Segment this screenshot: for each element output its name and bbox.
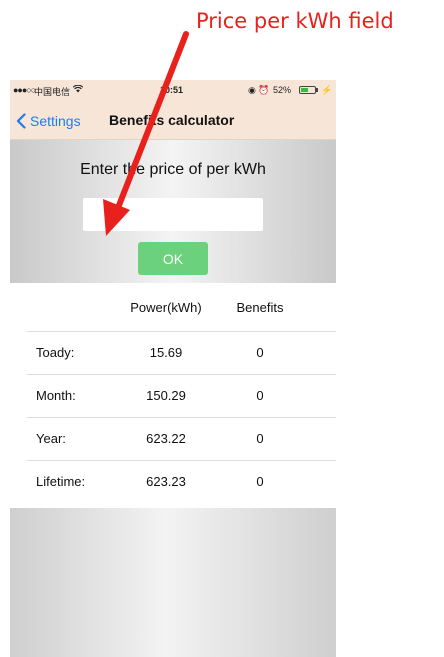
table-row: Year: 623.22 0 bbox=[10, 417, 336, 460]
column-header-benefits: Benefits bbox=[236, 299, 284, 315]
benefits-value: 0 bbox=[256, 431, 264, 446]
row-label: Lifetime: bbox=[36, 474, 86, 489]
battery-icon bbox=[299, 86, 316, 94]
back-button[interactable]: Settings bbox=[16, 110, 81, 132]
wifi-icon bbox=[72, 84, 84, 95]
power-value: 623.22 bbox=[146, 431, 186, 446]
back-button-label: Settings bbox=[30, 113, 81, 129]
status-indicators: ◉ ⏰ bbox=[248, 85, 270, 95]
column-header-power: Power(kWh) bbox=[130, 299, 202, 315]
power-value: 15.69 bbox=[149, 345, 183, 360]
charging-icon: ⚡ bbox=[321, 85, 333, 95]
navigation-bar: Settings Benefits calculator bbox=[10, 100, 336, 140]
benefits-value: 0 bbox=[256, 388, 264, 403]
power-value: 150.29 bbox=[146, 388, 186, 403]
power-value: 623.23 bbox=[146, 474, 186, 489]
benefits-value: 0 bbox=[256, 345, 264, 360]
annotation-label: Price per kWh field bbox=[196, 9, 394, 33]
price-prompt: Enter the price of per kWh bbox=[80, 161, 266, 178]
ok-button[interactable]: OK bbox=[138, 242, 208, 275]
battery-percentage: 52% bbox=[273, 85, 292, 95]
status-bar: ●●●○○ 中国电信 10:51 ◉ ⏰ 52% ⚡ bbox=[10, 80, 336, 100]
signal-strength: ●●●○○ bbox=[13, 85, 36, 95]
row-label: Month: bbox=[36, 388, 76, 403]
status-time: 10:51 bbox=[160, 85, 184, 95]
row-label: Toady: bbox=[36, 345, 75, 360]
carrier-name: 中国电信 bbox=[34, 87, 71, 97]
price-per-kwh-input[interactable] bbox=[83, 198, 263, 231]
benefits-table: Power(kWh) Benefits Toady: 15.69 0 Month… bbox=[10, 283, 336, 508]
table-row: Month: 150.29 0 bbox=[10, 374, 336, 417]
table-row: Lifetime: 623.23 0 bbox=[10, 460, 336, 503]
chevron-left-icon bbox=[16, 113, 26, 129]
page-title: Benefits calculator bbox=[109, 112, 235, 128]
battery-tip bbox=[316, 88, 318, 92]
price-entry-panel: Enter the price of per kWh OK bbox=[10, 140, 336, 283]
table-header: Power(kWh) Benefits bbox=[10, 283, 336, 331]
row-label: Year: bbox=[36, 431, 66, 446]
bottom-panel bbox=[10, 508, 336, 657]
table-row: Toady: 15.69 0 bbox=[10, 331, 336, 374]
benefits-value: 0 bbox=[256, 474, 264, 489]
phone-screen: ●●●○○ 中国电信 10:51 ◉ ⏰ 52% ⚡ Settings Bene… bbox=[10, 80, 336, 657]
